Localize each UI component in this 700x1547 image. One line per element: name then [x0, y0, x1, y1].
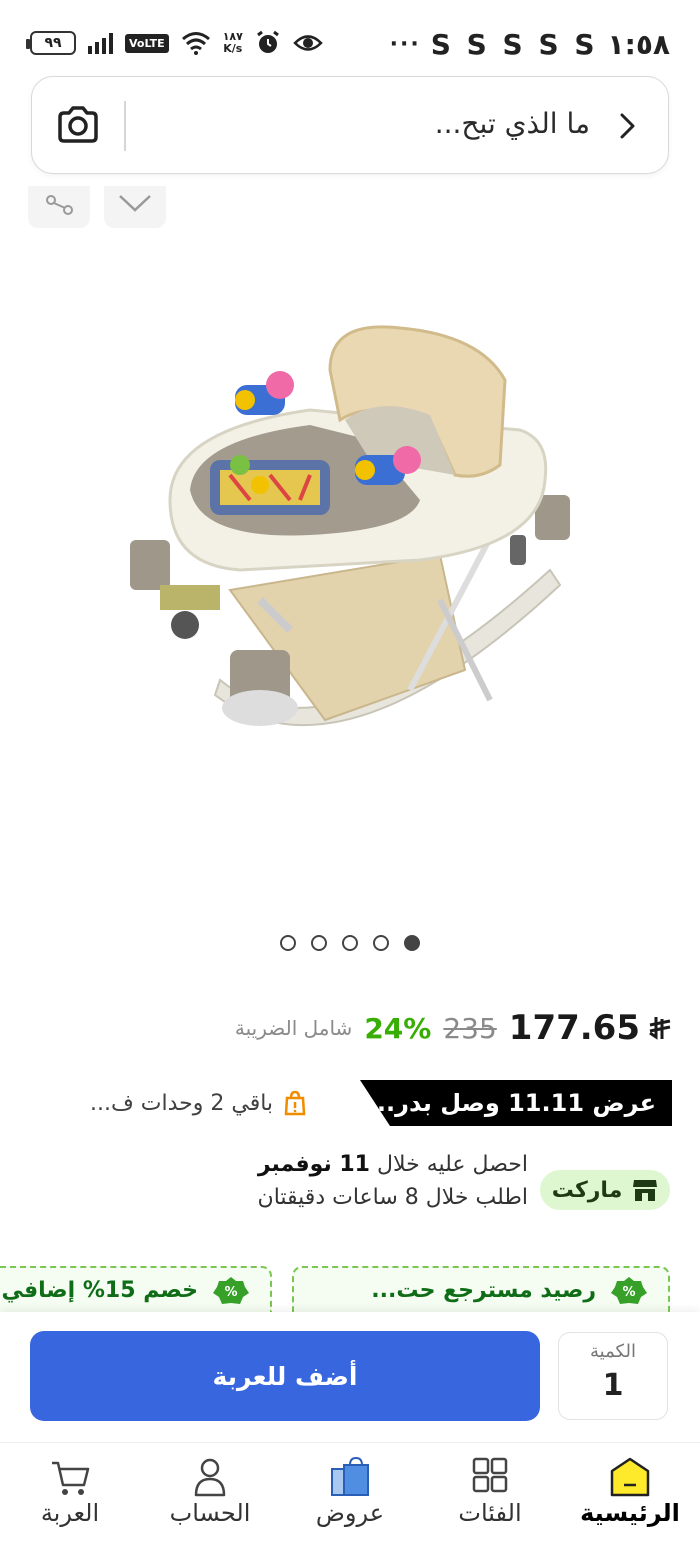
share-icon: [46, 195, 73, 215]
categories-icon: [472, 1457, 508, 1493]
chevron-down-icon: [119, 195, 151, 212]
old-price: 235: [443, 1011, 497, 1045]
carousel-indicator[interactable]: [280, 935, 420, 951]
carousel-dot[interactable]: [342, 935, 358, 951]
home-icon: [610, 1457, 650, 1497]
delivery-prefix: احصل عليه خلال: [377, 1152, 528, 1177]
extra-discount-coupon[interactable]: % خصم 15% إضافي: [0, 1266, 272, 1312]
nav-offers[interactable]: عروض: [290, 1455, 410, 1527]
share-button[interactable]: [28, 186, 90, 228]
tax-note: شامل الضريبة: [234, 1016, 353, 1040]
nav-cart[interactable]: العربة: [10, 1455, 130, 1527]
alarm-icon: [256, 30, 279, 53]
riyal-icon: [649, 1017, 671, 1040]
low-stock-icon: [284, 1090, 306, 1116]
cashback-text: رصيد مسترجع حت...: [371, 1277, 596, 1303]
offers-icon: [331, 1456, 369, 1496]
nav-account[interactable]: الحساب: [150, 1455, 270, 1527]
nav-cart-label: العربة: [40, 1499, 100, 1527]
nav-categories-label: الفئات: [458, 1499, 522, 1527]
delivery-date: 11 نوفمبر: [257, 1152, 370, 1177]
price-row: 177.65 235 24% شامل الضريبة: [235, 1008, 672, 1048]
store-icon: [633, 1180, 658, 1201]
cashback-coupon[interactable]: % رصيد مسترجع حت...: [292, 1266, 670, 1312]
network-speed-unit: K/s: [223, 42, 243, 55]
account-icon: [194, 1458, 226, 1497]
volte-badge: VoLTE: [125, 33, 169, 53]
network-speed: ١٨٧ K/s: [223, 31, 243, 55]
notification-icons: S S S S S: [430, 28, 598, 61]
quantity-label: الكمية: [590, 1341, 636, 1362]
delivery-date-line: احصل عليه خلال 11 نوفمبر: [258, 1152, 528, 1177]
current-price: 177.65: [509, 1008, 672, 1048]
bottom-navigation: الرئيسية الفئات عروض الحساب العربة: [0, 1442, 700, 1547]
discount-percent: 24%: [364, 1011, 432, 1045]
wifi-icon: [181, 32, 210, 55]
delivery-info: احصل عليه خلال 11 نوفمبر اطلب خلال 8 ساع…: [258, 1152, 528, 1210]
price-value: 177.65: [508, 1008, 640, 1048]
svg-text:%: %: [224, 1285, 237, 1300]
nav-home[interactable]: الرئيسية: [570, 1455, 690, 1527]
carousel-dot-active[interactable]: [404, 935, 420, 951]
carousel-dot[interactable]: [280, 935, 296, 951]
more-notifications-icon: ···: [389, 32, 421, 57]
camera-icon[interactable]: [56, 105, 100, 145]
extra-discount-text: خصم 15% إضافي: [1, 1277, 198, 1303]
nav-home-label: الرئيسية: [580, 1499, 680, 1527]
status-bar: ٩٩ VoLTE ١٨٧ K/s ··· S S S S S ١:٥٨: [0, 0, 700, 80]
search-input[interactable]: ما الذي تبح...: [435, 107, 590, 140]
clock: ١:٥٨: [607, 28, 670, 61]
svg-text:%: %: [622, 1285, 635, 1300]
carousel-dot[interactable]: [373, 935, 389, 951]
status-right: ··· S S S S S ١:٥٨: [390, 28, 670, 61]
stock-text: باقي 2 وحدات ف...: [90, 1090, 274, 1116]
nav-account-label: الحساب: [169, 1499, 251, 1527]
battery-level: ٩٩: [44, 35, 62, 51]
promo-banner[interactable]: عرض 11.11 وصل بدر...: [360, 1080, 672, 1126]
product-image[interactable]: [110, 300, 590, 790]
purchase-bar: أضف للعربة الكمية 1: [0, 1312, 700, 1442]
carousel-dot[interactable]: [311, 935, 327, 951]
cart-icon: [52, 1461, 90, 1495]
status-icons: ٩٩ VoLTE ١٨٧ K/s: [26, 30, 323, 56]
nav-categories[interactable]: الفئات: [430, 1455, 550, 1527]
search-bar[interactable]: ما الذي تبح...: [31, 76, 669, 174]
signal-icon: [88, 32, 113, 54]
market-label: ماركت: [551, 1177, 623, 1203]
back-chevron-icon[interactable]: [616, 111, 638, 141]
discount-badge-icon: %: [213, 1277, 249, 1304]
search-divider: [124, 101, 126, 151]
collapse-button[interactable]: [104, 186, 166, 228]
market-badge: ماركت: [540, 1170, 670, 1210]
eye-icon: [293, 35, 323, 51]
quantity-value: 1: [602, 1368, 624, 1403]
add-to-cart-button[interactable]: أضف للعربة: [30, 1331, 540, 1421]
discount-badge-icon: %: [611, 1277, 647, 1304]
battery-icon: ٩٩: [26, 31, 76, 55]
order-deadline: اطلب خلال 8 ساعات دقيقتان: [257, 1185, 528, 1210]
stock-indicator: باقي 2 وحدات ف...: [90, 1090, 307, 1116]
nav-offers-label: عروض: [315, 1499, 385, 1527]
quantity-selector[interactable]: الكمية 1: [558, 1332, 668, 1420]
